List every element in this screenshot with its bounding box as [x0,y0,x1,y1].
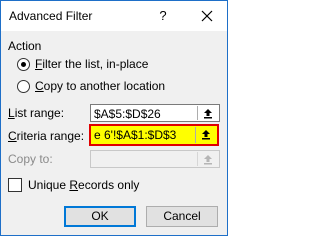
collapse-dialog-icon [204,109,212,119]
collapse-dialog-icon [204,155,212,165]
cancel-button[interactable]: Cancel [146,206,218,227]
unique-records-checkbox[interactable] [8,178,22,192]
help-button[interactable]: ? [153,6,173,26]
radio-button-checked[interactable] [17,58,30,71]
radio-dot-icon [21,62,26,67]
criteria-range-label: Criteria range: [8,129,85,143]
radio-copy-to-location-label[interactable]: Copy to another location [35,79,165,93]
action-group-label: Action [8,39,42,53]
list-range-field[interactable]: $A$5:$D$26 [90,104,220,122]
list-range-collapse-button[interactable] [197,106,218,120]
ok-button[interactable]: OK [64,206,136,227]
close-icon [201,10,213,22]
copy-to-field [90,150,220,168]
list-range-value[interactable]: $A$5:$D$26 [94,107,194,121]
close-button[interactable] [197,6,217,26]
criteria-range-collapse-button[interactable] [195,127,216,143]
copy-to-collapse-button [197,152,218,166]
dialog-title: Advanced Filter [9,9,93,23]
criteria-range-field[interactable]: e 6'!$A$1:$D$3 [89,124,219,146]
list-range-label: List range: [8,106,65,120]
radio-button-unchecked[interactable] [17,80,30,93]
copy-to-label: Copy to: [8,152,53,166]
radio-filter-in-place-label[interactable]: Filter the list, in-place [35,57,148,71]
criteria-range-value[interactable]: e 6'!$A$1:$D$3 [94,128,194,142]
title-bar[interactable]: Advanced Filter ? [1,1,227,31]
advanced-filter-dialog: Advanced Filter ? Action Filter the list… [0,0,228,236]
unique-records-label[interactable]: Unique Records only [28,178,139,192]
collapse-dialog-icon [202,130,210,140]
